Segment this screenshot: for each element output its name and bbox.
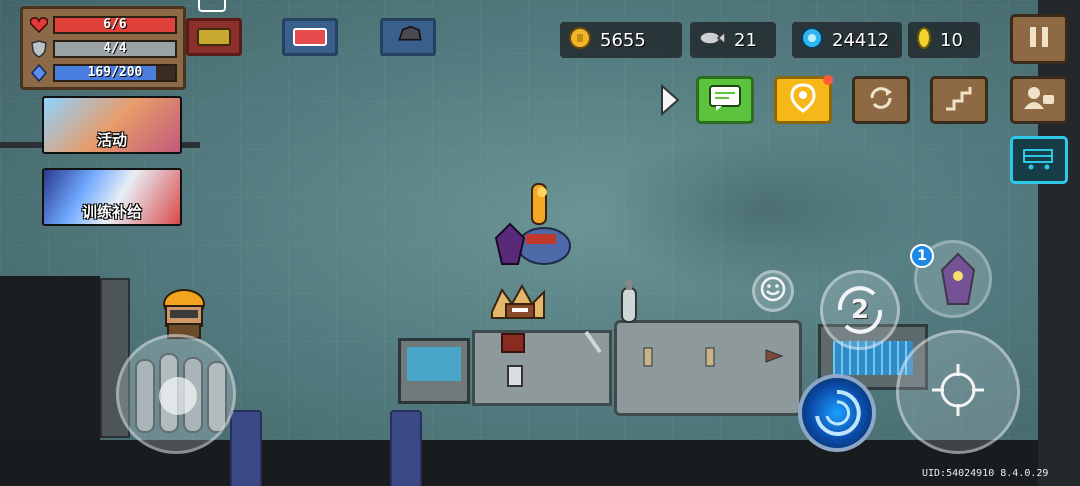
- battery-item-slot[interactable]: [186, 18, 242, 56]
- right-wall: [1038, 0, 1080, 486]
- training-supply-banner[interactable]: 训练补给: [42, 168, 182, 226]
- uid-version-label: UID:54024910 8.4.0.29: [922, 468, 1049, 479]
- fish-value: 21: [734, 29, 757, 51]
- refresh-icon: [866, 84, 896, 116]
- energy-text: 169/200: [87, 65, 143, 80]
- map-pin-icon: [790, 83, 816, 117]
- shadow-minion: [494, 222, 526, 265]
- attack-button[interactable]: [896, 330, 1020, 454]
- pause-button[interactable]: [1010, 14, 1068, 64]
- workbench-tools: [501, 330, 784, 387]
- chat-button[interactable]: [696, 76, 754, 124]
- pause-icon: [1027, 24, 1051, 54]
- token-icon: [916, 26, 932, 54]
- event-banner[interactable]: 活动: [42, 96, 182, 154]
- hp-row: 6/6: [29, 13, 177, 37]
- battery-icon: [197, 28, 231, 46]
- hp-text: 6/6: [103, 17, 127, 32]
- armor-text: 4/4: [103, 41, 127, 56]
- cart-icon: [1021, 145, 1057, 175]
- expand-arrow[interactable]: [660, 83, 680, 120]
- weapon-switch-button[interactable]: 2: [820, 270, 900, 350]
- token-counter: 10: [908, 22, 980, 58]
- gold-counter: 5655: [560, 22, 682, 58]
- energy-pack-icon: [293, 28, 327, 46]
- token-value: 10: [940, 29, 963, 51]
- fish-counter: 21: [690, 22, 776, 58]
- joystick-knob[interactable]: [159, 377, 197, 415]
- player-character: [491, 283, 545, 319]
- vortex-icon: [815, 389, 861, 436]
- heart-icon: [29, 16, 49, 34]
- shield-icon: [29, 40, 49, 58]
- pet-count-badge: 1: [910, 244, 934, 268]
- pillar: [230, 410, 262, 486]
- gold-value: 5655: [600, 29, 646, 51]
- computer-monitor[interactable]: [398, 338, 470, 404]
- stairs-button[interactable]: [930, 76, 988, 124]
- weapon-switch-number: 2: [850, 295, 870, 325]
- armor-bar: 4/4: [53, 40, 177, 58]
- gem-icon: [800, 26, 824, 54]
- gem-value: 24412: [832, 29, 890, 51]
- gem-counter: 24412: [792, 22, 902, 58]
- stairs-icon: [944, 85, 974, 115]
- refresh-button[interactable]: [852, 76, 910, 124]
- movement-joystick[interactable]: [116, 334, 236, 454]
- armor-row: 4/4: [29, 37, 177, 61]
- notification-dot: [823, 75, 833, 85]
- profile-icon: [1023, 85, 1055, 115]
- event-label: 活动: [96, 131, 127, 149]
- pillar: [390, 410, 422, 486]
- gold-coin-icon: [568, 26, 592, 54]
- location-button[interactable]: [774, 75, 833, 124]
- engineer-npc[interactable]: [154, 284, 214, 340]
- training-label: 训练补给: [81, 203, 142, 221]
- shop-cart-button[interactable]: [1010, 136, 1068, 184]
- profile-button[interactable]: [1010, 76, 1068, 124]
- energy-pack-slot[interactable]: [282, 18, 338, 56]
- chat-icon: [708, 84, 742, 116]
- character-skill-button[interactable]: [798, 374, 876, 452]
- energy-icon: [29, 64, 49, 82]
- player-stats-panel: 6/6 4/4 169/200: [20, 6, 186, 90]
- hp-bar: 6/6: [53, 16, 177, 34]
- energy-row: 169/200: [29, 61, 177, 85]
- ore-icon: [398, 25, 422, 41]
- world-map-decoration: [600, 130, 930, 290]
- ore-item-slot[interactable]: [380, 18, 436, 56]
- smiley-icon: [759, 275, 787, 307]
- top-indicator: [198, 0, 226, 12]
- gas-cylinder: [621, 280, 637, 323]
- fish-icon: [698, 28, 726, 52]
- energy-bar: 169/200: [53, 64, 177, 82]
- crosshair-icon: [928, 360, 988, 424]
- emote-button[interactable]: [752, 270, 794, 312]
